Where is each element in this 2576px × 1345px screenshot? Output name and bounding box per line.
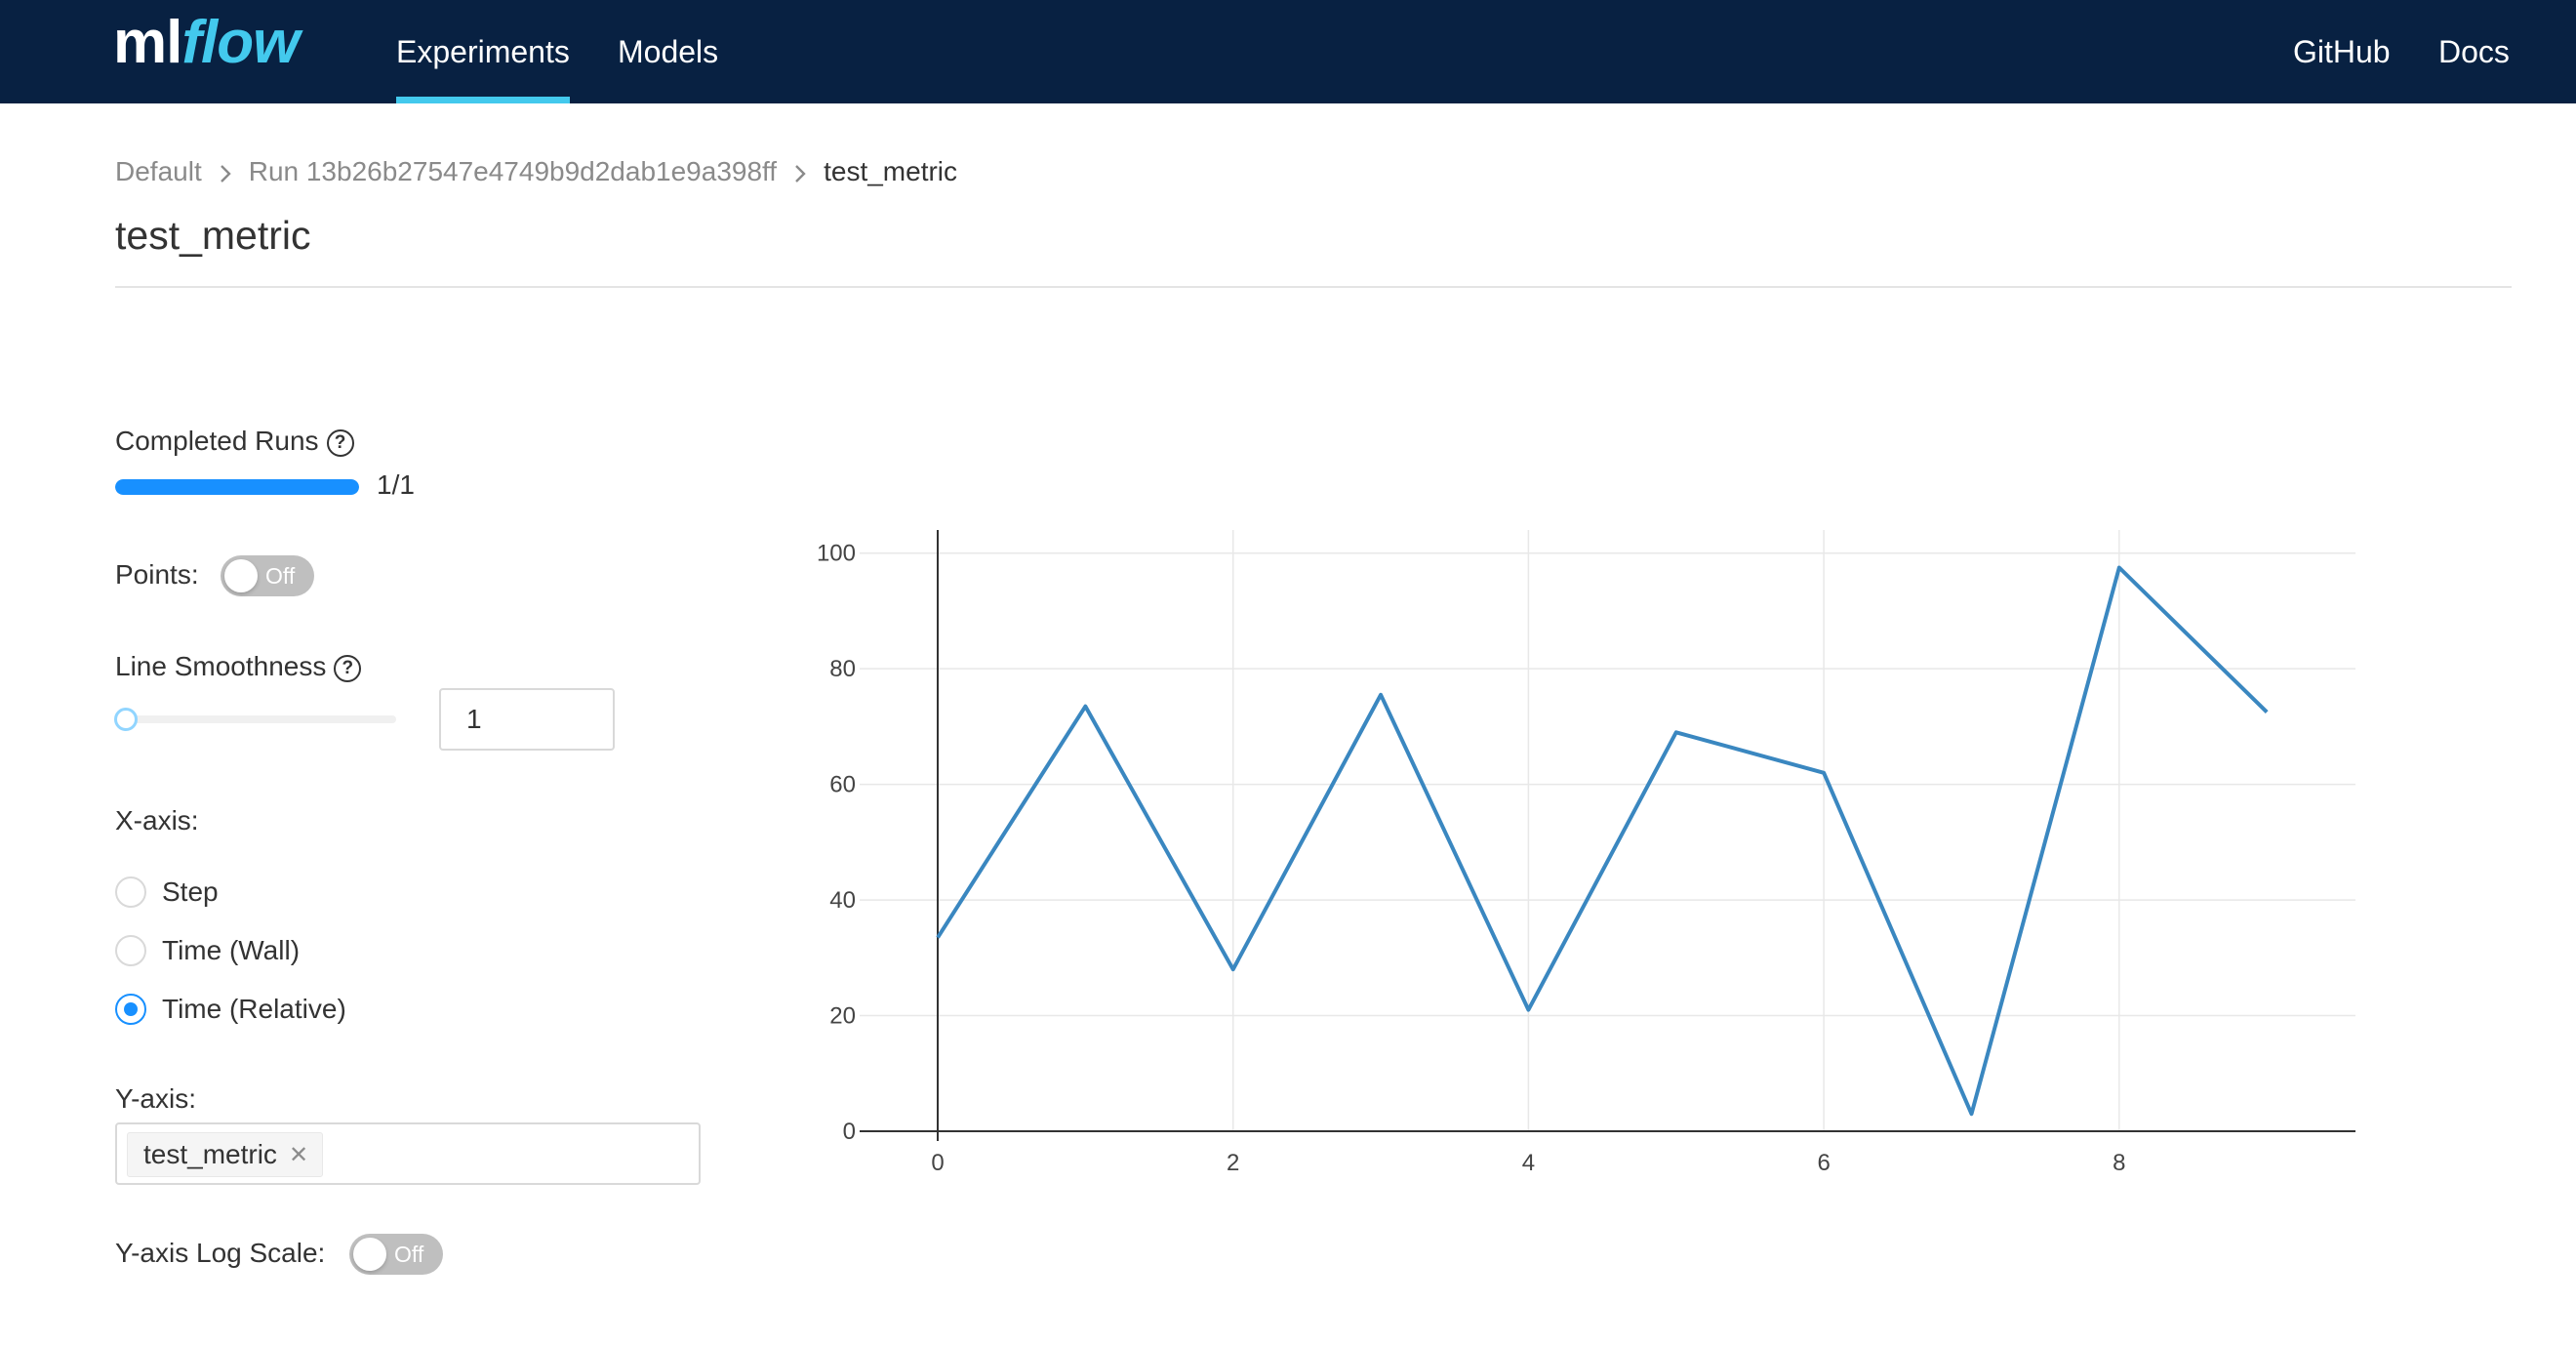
x-tick-label: 6 <box>1817 1150 1830 1176</box>
metric-chart[interactable]: 0 2 4 6 8020406080100 <box>0 0 2576 1345</box>
x-tick-label: 8 <box>2113 1150 2125 1176</box>
x-tick-label: 2 <box>1227 1150 1239 1176</box>
y-tick-label: 100 <box>817 541 856 567</box>
y-tick-label: 60 <box>829 772 856 798</box>
y-tick-label: 0 <box>843 1119 856 1145</box>
series-line <box>936 565 2269 1117</box>
x-tick-label: 0 <box>931 1150 944 1176</box>
x-tick-label: 4 <box>1522 1150 1535 1176</box>
y-tick-label: 40 <box>829 887 856 914</box>
y-tick-label: 20 <box>829 1003 856 1030</box>
y-tick-label: 80 <box>829 656 856 682</box>
